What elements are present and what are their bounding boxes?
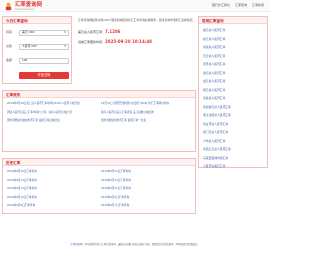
from-currency-select[interactable]: 美元 USD ▼ [19,30,69,36]
chevron-down-icon: ▼ [64,45,66,49]
site-description: 汇率查询网提供全球100个国家和地区的外汇汇率查询兑换服务，实时反映市场外汇兑换… [78,18,196,22]
news-panel: 汇率资讯 2019年9月18日美元兑人民币汇率中间价6.99 人民币小幅升值 12… [2,90,196,152]
news-link[interactable]: 周四人民币兑美元汇率中间价上调，在岸人民币小幅上涨 [7,109,97,118]
history-link[interactable]: 2019年9月12日汇率查询 [7,185,97,194]
sidebar-list: 美元兑人民币汇率 欧元兑人民币汇率 英镑兑人民币汇率 日元兑人民币汇率 港币兑人民币汇率… [199,24,267,173]
sidebar-rate-link[interactable]: 卢布兑人民币汇率 [203,137,263,146]
to-row: 兑换 人民币 CNY ▼ [6,44,69,50]
sidebar-rate-link[interactable]: 马来西亚林吉特汇率 [203,154,263,163]
sidebar-rate-link[interactable]: 澳门元兑人民币汇率 [203,128,263,137]
chevron-down-icon: ▼ [64,31,66,35]
from-label: 持有 [6,30,13,35]
nav-link-rate-news[interactable]: 汇率新闻 [252,3,264,8]
news-list: 2019年9月18日美元兑人民币汇率中间价6.99 人民币小幅升值 12月31日 … [3,98,195,128]
history-list: 2019年9月16日汇率查询 2019年9月15日汇率查询 2019年9月14日汇率… [3,166,195,213]
sidebar-rate-link[interactable]: 澳元兑人民币汇率 [203,69,263,78]
history-link[interactable]: 2019年9月7日汇率查询 [101,202,191,211]
rate-label: 美元兑人民币汇率： [78,30,106,34]
history-link[interactable]: 2019年9月13日汇率查询 [101,177,191,186]
top-bar: 汇率查询网 huilvchaxun.com 银行外汇牌价 汇率查询 汇率新闻 [0,0,270,12]
news-heading: 汇率资讯 [3,91,195,98]
footer: 汇率查询网：本站提供的外汇汇率仅供参考，最终以各银行实际交易价为准，所提供信息仅… [2,243,268,247]
update-time: 当前汇率更新时间：2025-09-20 10:14:48 [78,39,152,45]
history-link[interactable]: 2019年9月11日汇率查询 [101,185,191,194]
footer-brand-link[interactable]: 汇率查询网 [70,243,82,246]
current-rate: 美元兑人民币汇率：7.1206 [78,29,120,35]
amount-value: 100 [22,58,28,63]
sidebar-rate-link[interactable]: 加元兑人民币汇率 [203,77,263,86]
sidebar-rate-link[interactable]: 港币兑人民币汇率 [203,60,263,69]
history-link[interactable]: 2019年9月16日汇率查询 [7,168,97,177]
sidebar-rate-link[interactable]: 欧元兑人民币汇率 [203,35,263,44]
sidebar-rate-link[interactable]: 美元兑人民币汇率 [203,26,263,35]
top-nav: 银行外汇牌价 汇率查询 汇率新闻 [212,3,264,8]
sidebar-rate-link[interactable]: 英镑兑人民币汇率 [203,43,263,52]
sidebar-rate-link[interactable]: 人民币兑美元汇率 [203,162,263,171]
sidebar-heading: 常用汇率查询 [199,17,267,24]
news-link[interactable]: 2019年9月18日美元兑人民币汇率中间价6.99 人民币小幅升值 [7,100,97,109]
from-row: 持有 美元 USD ▼ [6,30,69,36]
history-link[interactable]: 2019年9月15日汇率查询 [101,168,191,177]
sidebar-rate-link[interactable]: 泰铢兑人民币汇率 [203,94,263,103]
history-heading: 历史汇率 [3,159,195,166]
amount-label: 金额 [6,58,13,63]
news-link[interactable]: 离岸人民币兑美元汇率走弱 美元指数小幅反弹 [101,109,191,118]
sidebar-rate-link[interactable]: 新台币兑人民币汇率 [203,120,263,129]
converter-panel: 今日汇率查询 持有 美元 USD ▼ 兑换 人民币 CNY ▼ 金额 100 开… [2,16,72,84]
amount-row: 金额 100 [6,58,69,64]
converter-heading: 今日汇率查询 [3,17,71,24]
sidebar-rate-link[interactable]: 韩元兑人民币汇率 [203,86,263,95]
sidebar-rate-link[interactable]: 瑞士法郎兑人民币汇率 [203,111,263,120]
common-rates-sidebar: 常用汇率查询 美元兑人民币汇率 欧元兑人民币汇率 英镑兑人民币汇率 日元兑人民币汇率港… [198,16,268,168]
nav-link-rate-query[interactable]: 汇率查询 [235,3,247,8]
history-link[interactable]: 2019年9月9日汇率查询 [101,194,191,203]
history-link[interactable]: 2019年9月14日汇率查询 [7,177,97,186]
site-subtitle: huilvchaxun.com [15,8,35,11]
nav-link-bank-rates[interactable]: 银行外汇牌价 [212,3,230,8]
news-link[interactable]: 12月31日 德国巴伐利亚州立银行 (BLB) 外汇汇率牌价查询 [101,100,191,109]
sidebar-rate-link[interactable]: 新西兰元兑人民币汇率 [203,145,263,154]
footer-disclaimer: ：本站提供的外汇汇率仅供参考，最终以各银行实际交易价为准，所提供信息仅供参考，不… [82,243,200,246]
amount-input[interactable]: 100 [19,58,69,64]
logo-icon [5,2,12,11]
time-label: 当前汇率更新时间： [78,40,106,44]
to-label: 兑换 [6,44,13,49]
sidebar-rate-link[interactable]: 新加坡元兑人民币汇率 [203,103,263,112]
history-link[interactable]: 2019年9月10日汇率查询 [7,194,97,203]
from-currency-value: 美元 USD [22,30,35,35]
news-link[interactable]: 国外消费如何使用外币汇率 最新汇率兑换比较 [7,117,97,126]
to-currency-select[interactable]: 人民币 CNY ▼ [19,44,69,50]
sidebar-rate-link[interactable]: 日元兑人民币汇率 [203,52,263,61]
rate-info: 汇率查询网提供全球100个国家和地区的外汇汇率查询兑换服务，实时反映市场外汇兑换… [78,18,196,58]
convert-button[interactable]: 开始兑换 [19,72,69,79]
to-currency-value: 人民币 CNY [22,44,38,49]
news-link[interactable]: 国外消费使用外币汇率 最新汇率一览表 [101,117,191,126]
history-link[interactable]: 2019年9月8日汇率查询 [7,202,97,211]
rate-value: 7.1206 [105,29,121,34]
time-value: 2025-09-20 10:14:48 [105,39,152,44]
history-panel: 历史汇率 2019年9月16日汇率查询 2019年9月15日汇率查询 2019年9月… [2,158,196,214]
